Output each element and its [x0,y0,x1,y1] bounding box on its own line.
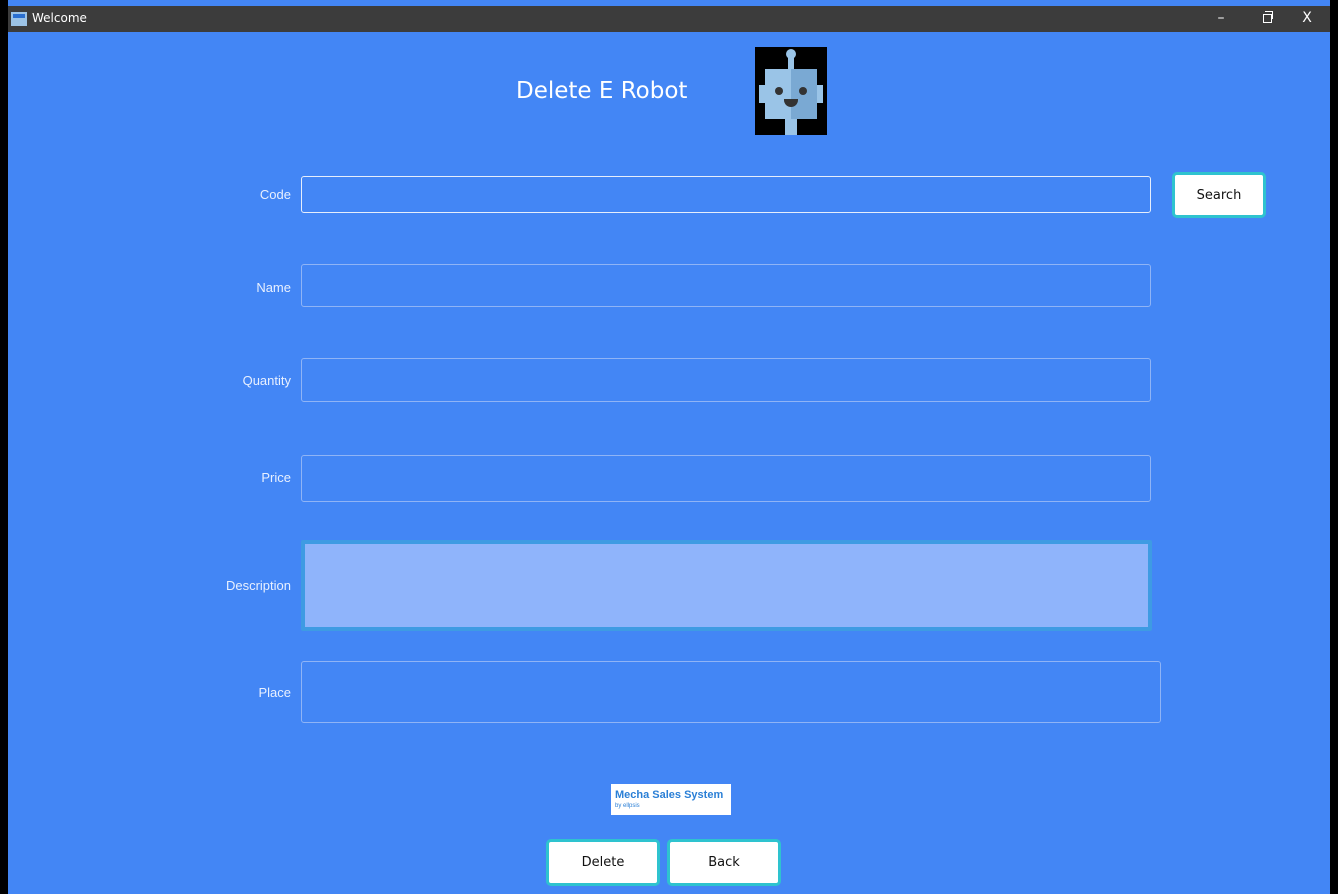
app-icon [11,12,27,26]
app-window: Welcome – X Delete E Robot Code Search N… [8,0,1330,894]
name-label: Name [256,280,291,295]
page-title: Delete E Robot [516,78,688,104]
quantity-label: Quantity [242,373,291,388]
close-button[interactable]: X [1284,6,1330,32]
quantity-input[interactable] [301,358,1151,402]
restore-icon [1262,11,1273,23]
brand-logo: Mecha Sales System by ellpsis [611,784,731,815]
brand-name: Mecha Sales System [615,789,724,801]
minimize-button[interactable]: – [1198,6,1244,32]
name-input[interactable] [301,264,1151,307]
price-input[interactable] [301,455,1151,502]
place-label: Place [258,685,291,700]
code-label: Code [259,187,291,202]
window-title: Welcome [32,11,87,25]
price-label: Price [261,470,291,485]
main-content: Delete E Robot Code Search Name Quantity… [8,32,1330,894]
delete-button[interactable]: Delete [546,839,660,886]
robot-icon [755,47,827,135]
search-button[interactable]: Search [1172,172,1266,218]
title-bar: Welcome – X [8,6,1330,32]
brand-byline: by ellpsis [615,803,640,809]
description-label: Description [225,578,291,593]
place-input[interactable] [301,661,1161,723]
back-button[interactable]: Back [667,839,781,886]
code-input[interactable] [301,176,1151,213]
description-textarea[interactable] [301,540,1152,631]
